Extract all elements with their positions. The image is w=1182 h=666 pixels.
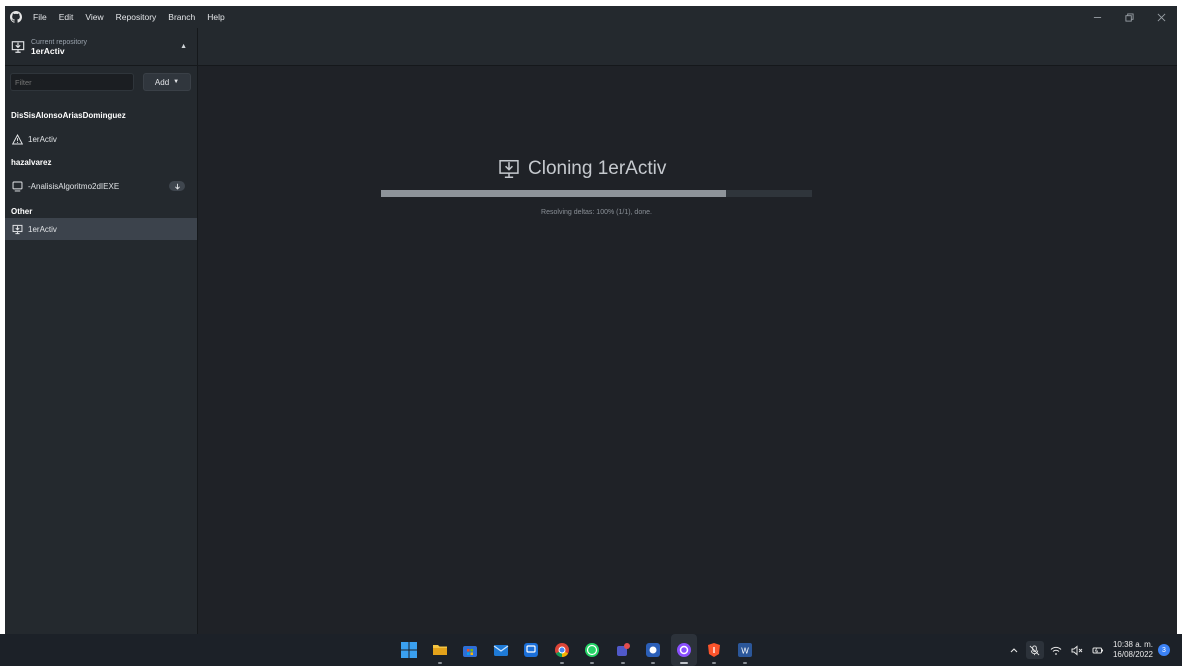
window-controls — [1081, 6, 1177, 28]
clone-icon — [11, 41, 25, 53]
taskbar-apps: W — [396, 634, 762, 666]
menu-bar: File Edit View Repository Branch Help — [27, 6, 231, 28]
menu-file[interactable]: File — [27, 6, 53, 28]
repo-name: 1erActiv — [28, 134, 57, 144]
clone-progress-bar — [381, 190, 812, 197]
progress-status-text: Resolving deltas: 100% (1/1), done. — [541, 209, 652, 216]
repo-name: 1erActiv — [28, 224, 57, 234]
current-repo-name: 1erActiv — [31, 46, 65, 56]
filter-input[interactable] — [10, 73, 134, 91]
windows-start-icon[interactable] — [396, 634, 422, 666]
repo-list-item[interactable]: 1erActiv — [5, 128, 197, 150]
wifi-icon[interactable] — [1047, 641, 1065, 659]
mail-icon[interactable] — [488, 634, 514, 666]
repository-list-sidebar: Add ▼ DisSisAlonsoAriasDominguez 1erActi… — [5, 66, 198, 634]
menu-edit[interactable]: Edit — [53, 6, 80, 28]
close-icon[interactable] — [1145, 6, 1177, 28]
chevron-up-icon[interactable] — [1005, 641, 1023, 659]
edge-icon[interactable] — [518, 634, 544, 666]
word-icon[interactable]: W — [732, 634, 758, 666]
clock[interactable]: 10:38 a. m. 16/08/2022 — [1113, 640, 1153, 660]
group-header: hazalvarez — [11, 158, 52, 167]
download-icon — [169, 181, 185, 191]
menu-help[interactable]: Help — [201, 6, 230, 28]
menu-repository[interactable]: Repository — [110, 6, 163, 28]
app-icon[interactable] — [640, 634, 666, 666]
clone-progress-fill — [381, 190, 726, 197]
add-button[interactable]: Add ▼ — [143, 73, 191, 91]
clone-icon — [11, 223, 23, 235]
store-icon[interactable] — [457, 634, 483, 666]
toolbar: Current repository 1erActiv ▲ — [5, 28, 1177, 66]
app-window: File Edit View Repository Branch Help Cu… — [5, 6, 1177, 634]
minimize-icon[interactable] — [1081, 6, 1113, 28]
add-button-label: Add — [154, 77, 170, 87]
system-tray: 10:38 a. m. 16/08/2022 3 — [1002, 634, 1170, 666]
github-logo-icon — [5, 6, 27, 28]
teams-icon[interactable] — [610, 634, 636, 666]
clone-heading: Cloning 1erActiv — [498, 158, 666, 180]
chrome-icon[interactable] — [549, 634, 575, 666]
caret-down-icon: ▼ — [173, 79, 180, 85]
main-content: Cloning 1erActiv Resolving deltas: 100% … — [198, 66, 1177, 634]
battery-icon[interactable] — [1089, 641, 1107, 659]
mic-muted-icon[interactable] — [1025, 641, 1044, 659]
repo-list-item[interactable]: -AnalisisAlgoritmo2dIEXE — [5, 175, 197, 197]
group-header: DisSisAlonsoAriasDominguez — [11, 111, 126, 120]
windows-taskbar: W 10:38 a. m. 16/08/2022 3 — [0, 634, 1182, 666]
repo-icon — [11, 180, 23, 192]
repo-list-item-selected[interactable]: 1erActiv — [5, 218, 197, 240]
repo-name: -AnalisisAlgoritmo2dIEXE — [28, 181, 120, 191]
whatsapp-icon[interactable] — [579, 634, 605, 666]
warning-icon — [11, 133, 23, 145]
volume-muted-icon[interactable] — [1068, 641, 1086, 659]
file-explorer-icon[interactable] — [427, 634, 453, 666]
clock-date: 16/08/2022 — [1112, 650, 1153, 659]
brave-icon[interactable] — [701, 634, 727, 666]
caret-up-icon: ▲ — [180, 43, 187, 50]
clone-title: Cloning 1erActiv — [528, 158, 667, 179]
github-desktop-icon[interactable] — [670, 634, 697, 666]
clock-time: 10:38 a. m. — [1112, 640, 1153, 649]
notification-badge[interactable]: 3 — [1158, 644, 1170, 656]
clone-icon — [499, 159, 519, 179]
title-bar: File Edit View Repository Branch Help — [5, 6, 1177, 28]
menu-branch[interactable]: Branch — [162, 6, 201, 28]
group-header: Other — [11, 207, 33, 216]
menu-view[interactable]: View — [79, 6, 109, 28]
current-repository-dropdown[interactable]: Current repository 1erActiv ▲ — [5, 28, 198, 66]
restore-icon[interactable] — [1113, 6, 1145, 28]
svg-text:W: W — [741, 647, 749, 656]
